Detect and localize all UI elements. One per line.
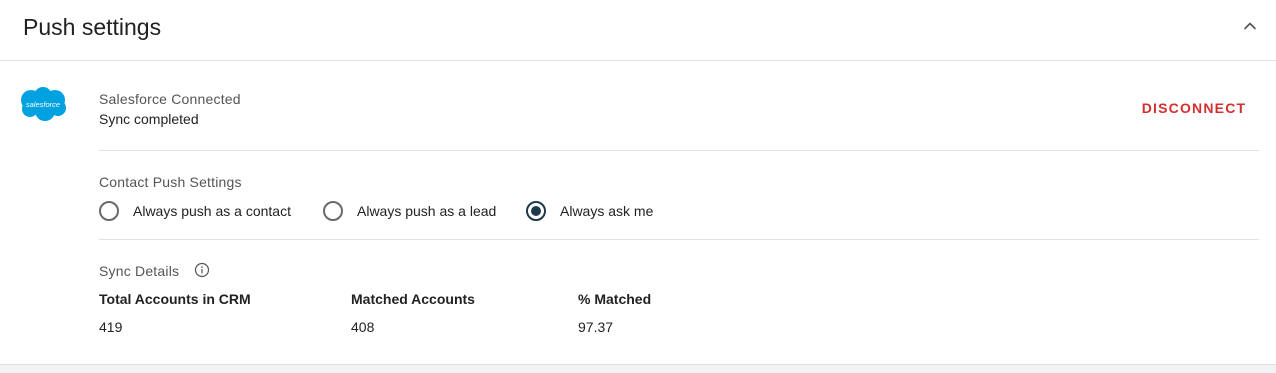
chevron-up-icon[interactable]: [1238, 14, 1262, 38]
total-accounts-value: 419: [99, 319, 123, 335]
connection-status: Sync completed: [99, 111, 199, 127]
radio-always-ask[interactable]: Always ask me: [526, 200, 653, 222]
page-title: Push settings: [23, 14, 162, 40]
panel-header[interactable]: Push settings: [0, 0, 1276, 61]
radio-push-as-lead[interactable]: Always push as a lead: [323, 200, 496, 222]
push-settings-panel: Push settings salesforce Salesforce Conn…: [0, 0, 1276, 373]
radio-label: Always ask me: [560, 203, 654, 219]
total-accounts-header: Total Accounts in CRM: [99, 291, 251, 307]
divider: [99, 150, 1259, 151]
percent-matched-value: 97.37: [578, 319, 614, 335]
connection-title: Salesforce Connected: [99, 91, 241, 107]
contact-push-settings-label: Contact Push Settings: [99, 174, 242, 190]
radio-circle[interactable]: [99, 201, 119, 221]
matched-accounts-value: 408: [351, 319, 375, 335]
radio-circle-checked[interactable]: [526, 201, 546, 221]
sync-details-label: Sync Details: [99, 263, 180, 279]
matched-accounts-header: Matched Accounts: [351, 291, 475, 307]
percent-matched-header: % Matched: [578, 291, 652, 307]
radio-push-as-contact[interactable]: Always push as a contact: [99, 200, 291, 222]
panel-footer-edge: [0, 364, 1276, 373]
radio-label: Always push as a contact: [133, 203, 291, 219]
divider: [99, 239, 1259, 240]
salesforce-logo-text: salesforce: [26, 100, 60, 109]
radio-label: Always push as a lead: [357, 203, 497, 219]
disconnect-button[interactable]: DISCONNECT: [1132, 96, 1256, 120]
info-icon[interactable]: [194, 262, 210, 278]
salesforce-logo: salesforce: [18, 86, 68, 122]
radio-circle[interactable]: [323, 201, 343, 221]
